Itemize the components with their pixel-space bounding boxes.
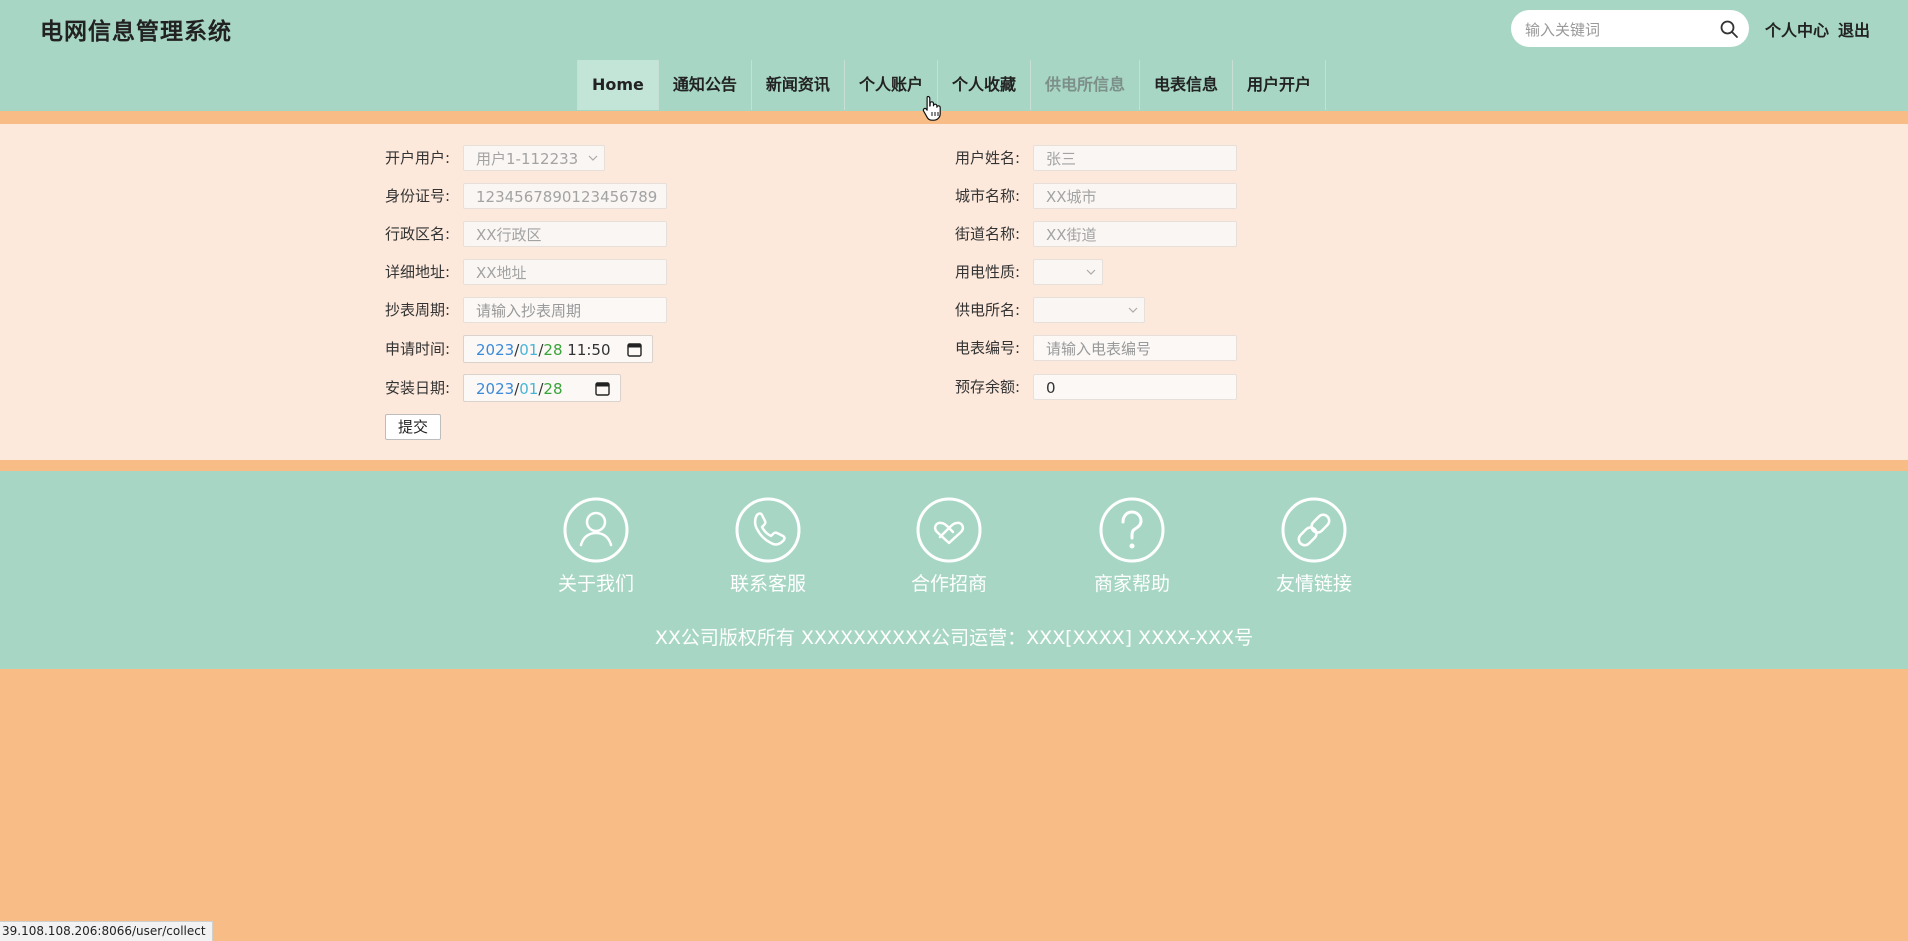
nav-home[interactable]: Home: [578, 60, 659, 110]
submit-button[interactable]: 提交: [385, 414, 442, 440]
search-input[interactable]: [1523, 10, 1717, 49]
apply-month: 01: [519, 341, 539, 359]
city-field[interactable]: XX城市: [1033, 183, 1237, 209]
hand-cursor-icon: [922, 95, 941, 121]
install-year: 2023: [476, 380, 515, 398]
footer-help-label: 商家帮助: [1093, 573, 1170, 595]
user-name-field[interactable]: 张三: [1033, 145, 1237, 171]
nav-notice[interactable]: 通知公告: [658, 60, 752, 110]
install-date-label: 安装日期:: [385, 379, 451, 397]
id-number-label: 身份证号:: [385, 187, 451, 205]
footer-contact-label: 联系客服: [729, 573, 806, 595]
nav-favorites[interactable]: 个人收藏: [937, 60, 1031, 110]
install-date-input[interactable]: 2023/01/28: [463, 374, 621, 402]
site-title: 电网信息管理系统: [40, 19, 232, 45]
address-label: 详细地址:: [385, 263, 451, 281]
id-number-field[interactable]: 1234567890123456789: [463, 183, 667, 209]
balance-label: 预存余额:: [955, 378, 1021, 396]
apply-day: 28: [543, 341, 563, 359]
meter-no-input[interactable]: 请输入电表编号: [1033, 335, 1237, 361]
nav-meter-info[interactable]: 电表信息: [1139, 60, 1233, 110]
user-center-link[interactable]: 个人中心: [1765, 17, 1829, 41]
search-icon[interactable]: [1719, 19, 1739, 39]
apply-year: 2023: [476, 341, 515, 359]
footer-links[interactable]: 友情链接: [1234, 497, 1394, 596]
address-field[interactable]: XX地址: [463, 259, 667, 285]
station-name-select[interactable]: [1033, 297, 1145, 323]
usage-type-label: 用电性质:: [955, 263, 1021, 281]
street-label: 街道名称:: [955, 225, 1021, 243]
footer-partner[interactable]: 合作招商: [869, 497, 1029, 596]
open-user-select[interactable]: 用户1-112233: [463, 145, 605, 171]
chevron-down-icon: [1128, 307, 1138, 313]
nav-open-account[interactable]: 用户开户: [1233, 60, 1327, 110]
help-icon: [1099, 497, 1165, 563]
footer-help[interactable]: 商家帮助: [1052, 497, 1212, 596]
account-form: 开户用户: 用户1-112233 身份证号: 12345678901234567…: [0, 124, 1908, 460]
chevron-down-icon: [1086, 269, 1096, 275]
station-name-label: 供电所名:: [955, 301, 1021, 319]
user-icon: [563, 497, 629, 563]
street-field[interactable]: XX街道: [1033, 221, 1237, 247]
phone-icon: [735, 497, 801, 563]
district-field[interactable]: XX行政区: [463, 221, 667, 247]
status-bar-url: 39.108.108.206:8066/user/collect: [0, 921, 213, 941]
footer-contact[interactable]: 联系客服: [688, 497, 848, 596]
user-name-label: 用户姓名:: [955, 149, 1021, 167]
reading-cycle-input[interactable]: 请输入抄表周期: [463, 297, 667, 323]
chevron-down-icon: [588, 155, 598, 161]
footer-links-label: 友情链接: [1275, 573, 1352, 595]
footer-about-label: 关于我们: [557, 573, 634, 595]
main-nav: Home 通知公告 新闻资讯 个人账户 个人收藏 供电所信息 电表信息 用户开户: [577, 60, 1327, 110]
handshake-icon: [916, 497, 982, 563]
balance-input[interactable]: 0: [1033, 374, 1237, 400]
district-label: 行政区名:: [385, 225, 451, 243]
install-month: 01: [519, 380, 539, 398]
search-box: [1511, 10, 1749, 49]
meter-no-label: 电表编号:: [955, 339, 1021, 357]
footer-about[interactable]: 关于我们: [516, 497, 676, 596]
calendar-icon[interactable]: [595, 381, 610, 396]
logout-link[interactable]: 退出: [1838, 17, 1870, 41]
nav-station-info[interactable]: 供电所信息: [1030, 60, 1140, 110]
city-label: 城市名称:: [955, 187, 1021, 205]
install-day: 28: [543, 380, 563, 398]
open-user-label: 开户用户:: [385, 149, 451, 167]
footer: 关于我们 联系客服 合作招商 商家帮助 友情链接 XX公司版权所有 XXXXXX…: [0, 471, 1908, 669]
header: 电网信息管理系统 个人中心 退出 Home 通知公告 新闻资讯 个人账户 个人收…: [0, 0, 1908, 111]
apply-time-label: 申请时间:: [385, 340, 451, 358]
footer-partner-label: 合作招商: [910, 573, 987, 595]
reading-cycle-label: 抄表周期:: [385, 301, 451, 319]
open-user-value: 用户1-112233: [476, 150, 579, 168]
apply-clock: 11:50: [567, 341, 611, 359]
apply-time-input[interactable]: 2023/01/28 11:50: [463, 335, 653, 363]
usage-type-select[interactable]: [1033, 259, 1103, 285]
copyright: XX公司版权所有 XXXXXXXXXX公司运营：XXX[XXXX] XXXX-X…: [654, 627, 1254, 649]
calendar-icon[interactable]: [627, 342, 642, 357]
nav-news[interactable]: 新闻资讯: [751, 60, 845, 110]
link-icon: [1281, 497, 1347, 563]
